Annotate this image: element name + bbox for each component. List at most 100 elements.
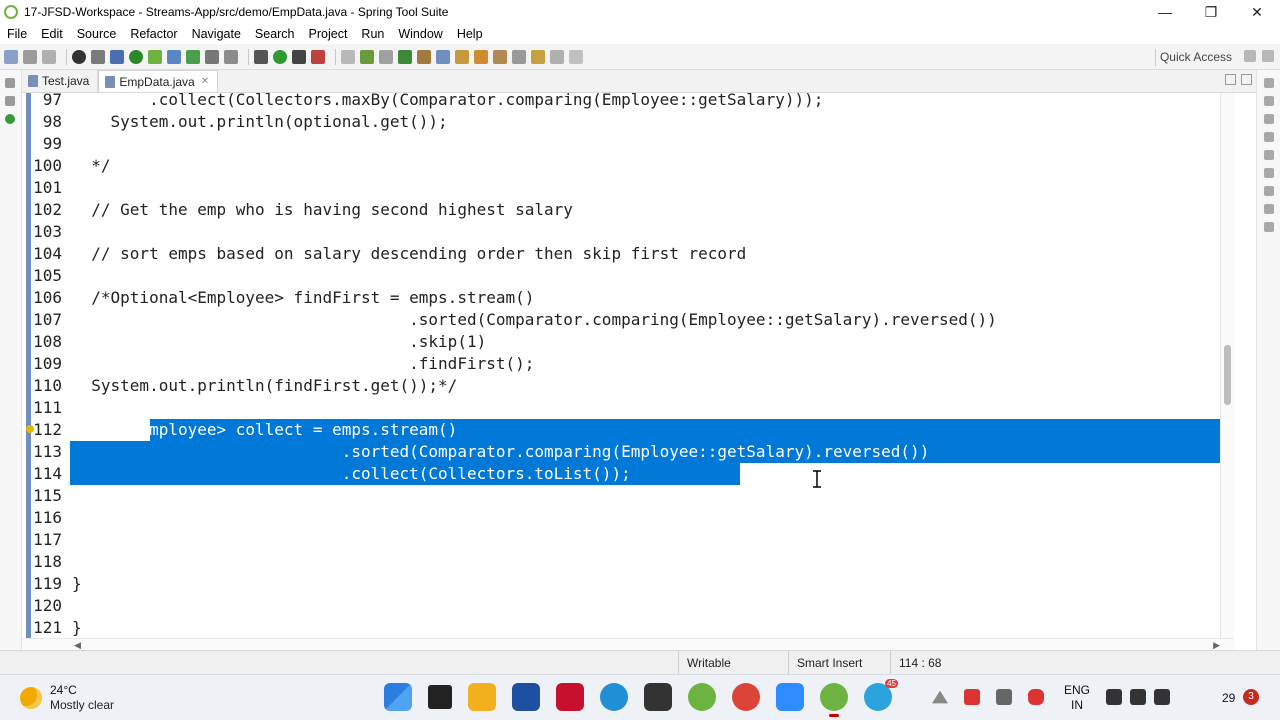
spring-tool-suite-icon[interactable] [688, 683, 716, 711]
progress-icon[interactable] [1264, 222, 1274, 232]
package-explorer-icon[interactable] [5, 96, 15, 106]
stop-icon[interactable] [341, 49, 355, 64]
mcafee-icon[interactable] [556, 683, 584, 711]
code-line[interactable]: 113 .sorted(Comparator.comparing(Employe… [22, 441, 1229, 463]
start-button-icon[interactable] [384, 683, 412, 711]
next-annotation-icon[interactable] [512, 49, 526, 64]
menu-navigate[interactable]: Navigate [185, 27, 248, 41]
boot-dashboard-icon[interactable] [360, 49, 374, 64]
dashboard-icon[interactable] [148, 49, 162, 64]
menu-source[interactable]: Source [70, 27, 124, 41]
weather-widget[interactable]: 24°C Mostly clear [20, 683, 114, 713]
task-view-icon[interactable] [428, 685, 452, 709]
maximize-icon[interactable] [1241, 74, 1252, 85]
new-spring-project-icon[interactable] [398, 49, 412, 64]
telegram-icon[interactable]: 45 [864, 679, 898, 711]
save-all-icon[interactable] [42, 49, 56, 64]
minimize-button[interactable]: — [1142, 0, 1188, 24]
code-line[interactable]: 98 System.out.println(optional.get()); [22, 111, 1229, 133]
code-line[interactable]: 115 [22, 485, 1229, 507]
pin-icon[interactable] [205, 49, 219, 64]
vertical-scrollbar[interactable] [1220, 93, 1234, 638]
forward-icon[interactable] [569, 49, 583, 64]
minimize-icon[interactable] [1225, 74, 1236, 85]
language-indicator[interactable]: ENG IN [1064, 683, 1090, 713]
new-icon[interactable] [4, 49, 18, 64]
close-tab-icon[interactable]: ✕ [201, 76, 209, 87]
sync-icon[interactable] [996, 689, 1012, 705]
edge-icon[interactable] [600, 683, 628, 711]
restore-icon[interactable] [1264, 78, 1274, 88]
volume-icon[interactable] [1130, 689, 1146, 705]
target-icon[interactable] [72, 49, 86, 64]
menu-window[interactable]: Window [391, 27, 449, 41]
new-class-icon[interactable] [436, 49, 450, 64]
prev-annotation-icon[interactable] [531, 49, 545, 64]
open-type-icon[interactable] [167, 49, 181, 64]
code-line[interactable]: 107 .sorted(Comparator.comparing(Employe… [22, 309, 1229, 331]
open-perspective-icon[interactable] [1244, 50, 1256, 62]
menu-project[interactable]: Project [302, 27, 355, 41]
code-line[interactable]: 111 [22, 397, 1229, 419]
refresh-icon[interactable] [186, 49, 200, 64]
annotation-icon[interactable] [493, 49, 507, 64]
code-line[interactable]: 97 .collect(Collectors.maxBy(Comparator.… [22, 93, 1229, 111]
code-line[interactable]: 108 .skip(1) [22, 331, 1229, 353]
declaration-icon[interactable] [1264, 186, 1274, 196]
menu-help[interactable]: Help [450, 27, 490, 41]
run-icon[interactable] [273, 49, 287, 64]
tab-test-java[interactable]: Test.java [22, 70, 99, 92]
show-hidden-icons-icon[interactable] [932, 690, 948, 704]
new-package-icon[interactable] [417, 49, 431, 64]
menu-run[interactable]: Run [354, 27, 391, 41]
outline-icon[interactable] [1264, 96, 1274, 106]
close-button[interactable]: ✕ [1234, 0, 1280, 24]
code-line[interactable]: 105 [22, 265, 1229, 287]
code-line[interactable]: 112 List<Employee> collect = emps.stream… [22, 419, 1229, 441]
back-icon[interactable] [550, 49, 564, 64]
tab-empdata-java[interactable]: EmpData.java ✕ [98, 70, 219, 92]
boot-dashboard-icon[interactable] [5, 114, 15, 124]
code-line[interactable]: 106 /*Optional<Employee> findFirst = emp… [22, 287, 1229, 309]
code-line[interactable]: 99 [22, 133, 1229, 155]
task-list-icon[interactable] [1264, 114, 1274, 124]
code-line[interactable]: 103 [22, 221, 1229, 243]
quick-access-field[interactable]: Quick Access [1154, 49, 1236, 66]
menu-edit[interactable]: Edit [34, 27, 70, 41]
scrollbar-thumb[interactable] [1224, 345, 1231, 405]
code-line[interactable]: 101 [22, 177, 1229, 199]
code-line[interactable]: 121} [22, 617, 1229, 638]
problems-icon[interactable] [1264, 150, 1274, 160]
code-line[interactable]: 117 [22, 529, 1229, 551]
external-tools-icon[interactable] [379, 49, 393, 64]
console-icon[interactable] [1264, 204, 1274, 214]
store-icon[interactable] [512, 683, 540, 711]
debug-icon[interactable] [254, 49, 268, 64]
code-line[interactable]: 119} [22, 573, 1229, 595]
code-line[interactable]: 102 // Get the emp who is having second … [22, 199, 1229, 221]
save-icon[interactable] [23, 49, 37, 64]
code-line[interactable]: 109 .findFirst(); [22, 353, 1229, 375]
code-line[interactable]: 100 */ [22, 155, 1229, 177]
restore-icon[interactable] [5, 78, 15, 88]
code-line[interactable]: 104 // sort emps based on salary descend… [22, 243, 1229, 265]
run-dropdown-icon[interactable] [292, 49, 306, 64]
clock[interactable]: 29 [1222, 691, 1235, 705]
file-explorer-icon[interactable] [468, 683, 496, 711]
horizontal-scrollbar[interactable]: ◀ ▶ [22, 638, 1234, 650]
monitor-icon[interactable] [110, 49, 124, 64]
code-line[interactable]: 110 System.out.println(findFirst.get());… [22, 375, 1229, 397]
menu-file[interactable]: File [0, 27, 34, 41]
notification-badge[interactable]: 3 [1243, 689, 1259, 705]
microphone-icon[interactable] [1028, 689, 1044, 705]
battery-icon[interactable] [1154, 689, 1170, 705]
code-line[interactable]: 116 [22, 507, 1229, 529]
code-editor[interactable]: 97 .collect(Collectors.maxBy(Comparator.… [22, 93, 1234, 638]
java-perspective-icon[interactable] [1262, 50, 1274, 62]
security-icon[interactable] [964, 689, 980, 705]
wifi-icon[interactable] [1106, 689, 1122, 705]
chrome-icon[interactable] [732, 683, 760, 711]
coverage-icon[interactable] [311, 49, 325, 64]
search-icon[interactable] [474, 49, 488, 64]
code-line[interactable]: 120 [22, 595, 1229, 617]
